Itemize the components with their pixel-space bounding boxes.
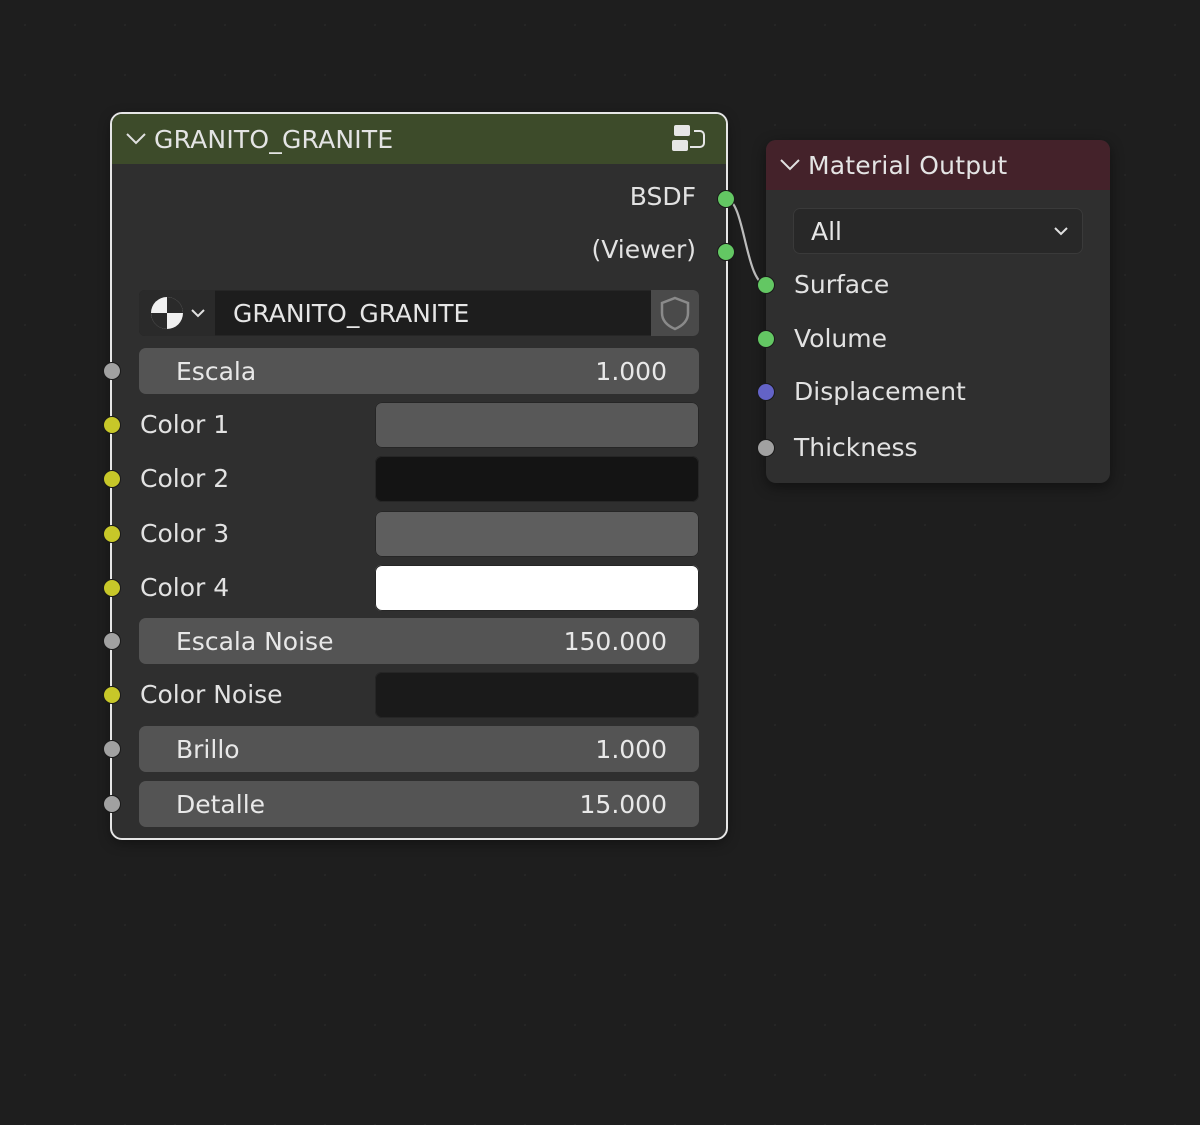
input-row-color-3: Color 3 [103,511,726,557]
color-4-label: Color 4 [140,573,230,602]
input-socket-brillo[interactable] [103,740,121,758]
output-socket-bsdf[interactable] [717,190,735,208]
group-node-header[interactable]: GRANITO_GRANITE [112,114,726,164]
node-group-icon[interactable] [670,122,708,158]
escala-field[interactable]: Escala 1.000 [139,348,699,394]
input-socket-volume[interactable] [757,330,775,348]
input-socket-displacement[interactable] [757,383,775,401]
color-noise-swatch[interactable] [375,672,699,718]
input-row-thickness: Thickness [757,428,1110,468]
escala-label: Escala [176,356,257,386]
input-row-escala: Escala 1.000 [103,348,726,394]
escala-noise-label: Escala Noise [176,626,334,656]
displacement-label: Displacement [794,377,966,406]
input-socket-color-4[interactable] [103,579,121,597]
input-socket-color-1[interactable] [103,416,121,434]
input-socket-color-2[interactable] [103,470,121,488]
material-output-node[interactable]: Material Output All Surface Volume Displ… [757,140,1110,483]
input-row-color-1: Color 1 [103,402,726,448]
color-noise-label: Color Noise [140,680,283,709]
input-socket-color-noise[interactable] [103,686,121,704]
surface-label: Surface [794,270,890,299]
chevron-down-icon[interactable] [118,114,154,164]
input-socket-color-3[interactable] [103,525,121,543]
brillo-field[interactable]: Brillo 1.000 [139,726,699,772]
escala-value: 1.000 [595,356,667,386]
material-output-title: Material Output [808,150,1008,180]
input-row-brillo: Brillo 1.000 [103,726,726,772]
escala-noise-field[interactable]: Escala Noise 150.000 [139,618,699,664]
color-4-swatch[interactable] [375,565,699,611]
color-1-swatch[interactable] [375,402,699,448]
node-tree-selector: GRANITO_GRANITE [139,290,699,336]
material-output-header[interactable]: Material Output [766,140,1110,190]
chevron-down-icon [191,309,205,318]
node-tree-browse-button[interactable] [139,290,215,336]
input-socket-escala[interactable] [103,362,121,380]
volume-label: Volume [794,324,887,353]
color-1-label: Color 1 [140,410,230,439]
input-row-color-4: Color 4 [103,565,726,611]
output-target-dropdown[interactable]: All [793,208,1083,254]
detalle-field[interactable]: Detalle 15.000 [139,781,699,827]
group-node-title: GRANITO_GRANITE [154,124,394,154]
thickness-label: Thickness [794,433,918,462]
output-label-bsdf: BSDF [629,182,696,211]
chevron-down-icon[interactable] [772,140,808,190]
input-row-surface: Surface [757,265,1110,305]
color-3-swatch[interactable] [375,511,699,557]
input-row-displacement: Displacement [757,372,1110,412]
detalle-value: 15.000 [579,789,667,819]
fake-user-button[interactable] [651,290,699,336]
color-2-label: Color 2 [140,464,230,493]
output-label-viewer: (Viewer) [591,235,697,264]
brillo-label: Brillo [176,734,240,764]
input-socket-surface[interactable] [757,276,775,294]
input-socket-detalle[interactable] [103,795,121,813]
input-row-detalle: Detalle 15.000 [103,781,726,827]
node-tree-name-field[interactable]: GRANITO_GRANITE [215,290,651,336]
input-socket-escala-noise[interactable] [103,632,121,650]
chevron-down-icon [1054,227,1068,236]
node-tree-icon [151,297,183,329]
input-row-color-noise: Color Noise [103,672,726,718]
output-socket-viewer[interactable] [717,243,735,261]
brillo-value: 1.000 [595,734,667,764]
node-tree-name: GRANITO_GRANITE [233,298,470,328]
color-3-label: Color 3 [140,519,230,548]
output-target-value: All [811,216,842,246]
input-row-color-2: Color 2 [103,456,726,502]
color-2-swatch[interactable] [375,456,699,502]
input-row-volume: Volume [757,319,1110,359]
shield-icon [660,296,690,331]
group-node[interactable]: GRANITO_GRANITE BSDF (Viewer) GRANITO_GR… [103,112,735,840]
escala-noise-value: 150.000 [563,626,667,656]
input-socket-thickness[interactable] [757,439,775,457]
input-row-escala-noise: Escala Noise 150.000 [103,618,726,664]
detalle-label: Detalle [176,789,266,819]
